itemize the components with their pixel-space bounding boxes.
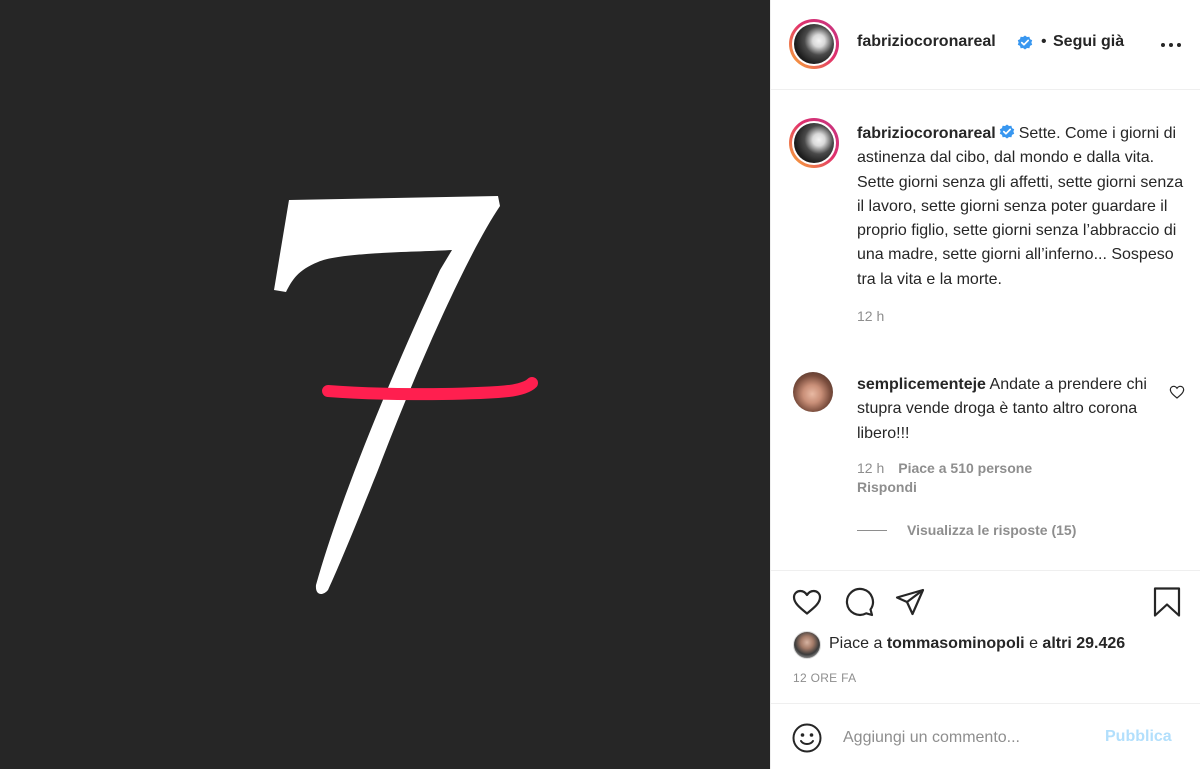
share-icon[interactable] xyxy=(894,586,926,618)
likes-others-link[interactable]: altri 29.426 xyxy=(1042,635,1125,652)
caption-username[interactable]: fabriziocoronareal xyxy=(857,125,996,142)
likes-and: e xyxy=(1029,635,1038,652)
comment-time[interactable]: 12 h xyxy=(857,460,884,476)
numeral-seven-graphic xyxy=(274,196,538,595)
header-separator: • xyxy=(1041,33,1047,50)
post-side-panel: fabriziocoronareal • Segui già fabrizioc… xyxy=(770,0,1200,769)
commenter-avatar[interactable] xyxy=(793,372,833,412)
author-username[interactable]: fabriziocoronareal xyxy=(857,33,996,51)
comment-likes[interactable]: Piace a 510 persone xyxy=(898,460,1032,476)
likes-prefix: Piace a xyxy=(829,635,883,652)
author-avatar[interactable] xyxy=(789,19,839,69)
reply-button[interactable]: Rispondi xyxy=(857,479,917,495)
publish-button[interactable]: Pubblica xyxy=(1105,728,1172,746)
post-actions: Piace a tommasominopoli e altri 29.426 1… xyxy=(771,570,1200,769)
view-replies-button[interactable]: Visualizza le risposte (15) xyxy=(857,522,1076,538)
verified-badge-icon xyxy=(999,124,1014,139)
comment-icon[interactable] xyxy=(843,586,875,618)
comment-meta: 12 h Piace a 510 persone xyxy=(857,460,1032,476)
verified-badge-icon xyxy=(1017,35,1033,50)
emoji-smile-icon[interactable] xyxy=(791,722,823,754)
caption-time[interactable]: 12 h xyxy=(857,304,1187,328)
caption-body: Sette. Come i giorni di astinenza dal ci… xyxy=(857,125,1184,288)
post-header: fabriziocoronareal • Segui già xyxy=(771,0,1200,90)
post-image[interactable] xyxy=(0,0,770,769)
caption-text-block: fabriziocoronareal Sette. Come i giorni … xyxy=(857,122,1187,328)
more-options-icon[interactable] xyxy=(1159,43,1183,49)
comment-text-block: semplicementeje Andate a prendere chi st… xyxy=(857,373,1157,446)
liker-username[interactable]: tommasominopoli xyxy=(887,635,1025,652)
commenter-username[interactable]: semplicementeje xyxy=(857,376,986,393)
bookmark-icon[interactable] xyxy=(1151,586,1183,618)
comment-input[interactable] xyxy=(843,726,1093,750)
view-replies-label: Visualizza le risposte (15) xyxy=(907,522,1077,538)
post-timestamp[interactable]: 12 ORE FA xyxy=(793,671,856,685)
liker-avatar[interactable] xyxy=(793,631,821,659)
strike-line xyxy=(322,377,538,401)
caption-avatar[interactable] xyxy=(789,118,839,168)
add-comment-bar: Pubblica xyxy=(771,703,1200,769)
following-button[interactable]: Segui già xyxy=(1053,33,1124,51)
replies-divider-line xyxy=(857,530,887,531)
heart-icon[interactable] xyxy=(791,586,823,618)
comment-like-heart-icon[interactable] xyxy=(1169,384,1185,400)
